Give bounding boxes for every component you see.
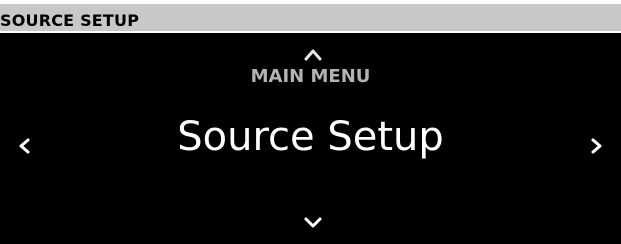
header-bar: SOURCE SETUP (0, 4, 621, 31)
chevron-down-icon[interactable] (301, 210, 325, 234)
menu-display: MAIN MENU Source Setup (0, 33, 621, 244)
current-menu-item: Source Setup (177, 114, 444, 160)
menu-context-label: MAIN MENU (250, 66, 371, 87)
chevron-right-icon[interactable] (584, 134, 608, 158)
chevron-up-icon[interactable] (301, 43, 325, 67)
page-title: SOURCE SETUP (0, 11, 140, 30)
